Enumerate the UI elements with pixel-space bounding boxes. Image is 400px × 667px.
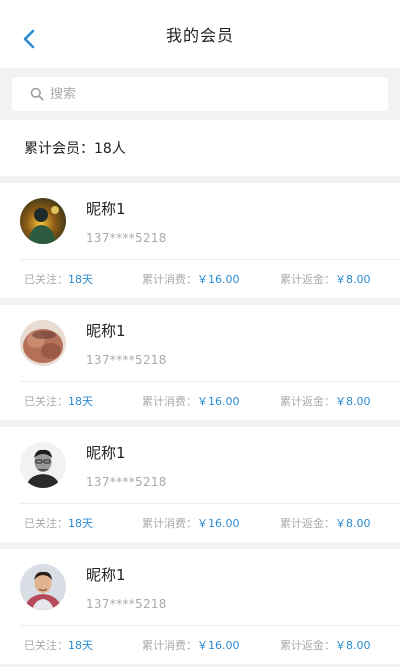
member-info: 昵称1 137****5218 (86, 198, 167, 245)
member-phone: 137****5218 (86, 230, 167, 245)
member-info: 昵称1 137****5218 (86, 564, 167, 611)
navigation-bar: 我的会员 (0, 0, 400, 68)
member-card[interactable]: 昵称1 137****5218 已关注：18天 累计消费：￥16.00 累计返金… (0, 549, 400, 664)
spend-label: 累计消费： (142, 273, 197, 286)
spend-label: 累计消费： (142, 517, 197, 530)
spend-value: ￥16.00 (197, 273, 240, 286)
member-stats: 已关注：18天 累计消费：￥16.00 累计返金：￥8.00 (0, 626, 400, 664)
member-phone: 137****5218 (86, 352, 167, 367)
rebate-value: ￥8.00 (335, 517, 371, 530)
chevron-left-icon (23, 29, 35, 49)
avatar (20, 442, 66, 488)
back-button[interactable] (14, 24, 44, 54)
rebate-label: 累计返金： (280, 273, 335, 286)
page-title: 我的会员 (165, 26, 234, 45)
member-header: 昵称1 137****5218 (0, 427, 400, 503)
follow-value: 18天 (68, 273, 93, 286)
spend-value: ￥16.00 (197, 517, 240, 530)
spend-stat: 累计消费：￥16.00 (142, 393, 280, 409)
member-nickname: 昵称1 (86, 199, 126, 218)
follow-stat: 已关注：18天 (24, 637, 142, 653)
avatar (20, 320, 66, 366)
member-phone: 137****5218 (86, 596, 167, 611)
search-bar (0, 68, 400, 120)
member-info: 昵称1 137****5218 (86, 320, 167, 367)
follow-label: 已关注： (24, 639, 68, 652)
rebate-label: 累计返金： (280, 395, 335, 408)
search-box[interactable] (12, 77, 388, 111)
avatar (20, 198, 66, 244)
member-nickname: 昵称1 (86, 565, 126, 584)
follow-value: 18天 (68, 517, 93, 530)
member-stats: 已关注：18天 累计消费：￥16.00 累计返金：￥8.00 (0, 382, 400, 420)
rebate-value: ￥8.00 (335, 395, 371, 408)
rebate-stat: 累计返金：￥8.00 (280, 637, 371, 653)
member-card[interactable]: 昵称1 137****5218 已关注：18天 累计消费：￥16.00 累计返金… (0, 183, 400, 298)
member-header: 昵称1 137****5218 (0, 549, 400, 625)
avatar (20, 564, 66, 610)
search-input[interactable] (50, 86, 350, 102)
spend-stat: 累计消费：￥16.00 (142, 637, 280, 653)
spend-stat: 累计消费：￥16.00 (142, 271, 280, 287)
rebate-value: ￥8.00 (335, 639, 371, 652)
member-nickname: 昵称1 (86, 443, 126, 462)
member-header: 昵称1 137****5218 (0, 183, 400, 259)
rebate-stat: 累计返金：￥8.00 (280, 271, 371, 287)
follow-label: 已关注： (24, 395, 68, 408)
follow-stat: 已关注：18天 (24, 393, 142, 409)
member-phone: 137****5218 (86, 474, 167, 489)
follow-stat: 已关注：18天 (24, 271, 142, 287)
spend-label: 累计消费： (142, 395, 197, 408)
follow-label: 已关注： (24, 517, 68, 530)
member-card[interactable]: 昵称1 137****5218 已关注：18天 累计消费：￥16.00 累计返金… (0, 427, 400, 542)
search-icon (30, 87, 44, 101)
rebate-label: 累计返金： (280, 639, 335, 652)
rebate-label: 累计返金： (280, 517, 335, 530)
member-nickname: 昵称1 (86, 321, 126, 340)
spend-stat: 累计消费：￥16.00 (142, 515, 280, 531)
member-header: 昵称1 137****5218 (0, 305, 400, 381)
member-info: 昵称1 137****5218 (86, 442, 167, 489)
member-list: 昵称1 137****5218 已关注：18天 累计消费：￥16.00 累计返金… (0, 183, 400, 664)
rebate-stat: 累计返金：￥8.00 (280, 393, 371, 409)
spend-value: ￥16.00 (197, 395, 240, 408)
spend-label: 累计消费： (142, 639, 197, 652)
member-count-summary: 累计会员：18人 (0, 120, 400, 176)
follow-value: 18天 (68, 639, 93, 652)
member-card[interactable]: 昵称1 137****5218 已关注：18天 累计消费：￥16.00 累计返金… (0, 305, 400, 420)
rebate-stat: 累计返金：￥8.00 (280, 515, 371, 531)
follow-label: 已关注： (24, 273, 68, 286)
member-count-text: 累计会员：18人 (24, 141, 126, 157)
rebate-value: ￥8.00 (335, 273, 371, 286)
member-stats: 已关注：18天 累计消费：￥16.00 累计返金：￥8.00 (0, 504, 400, 542)
member-stats: 已关注：18天 累计消费：￥16.00 累计返金：￥8.00 (0, 260, 400, 298)
spend-value: ￥16.00 (197, 639, 240, 652)
follow-value: 18天 (68, 395, 93, 408)
follow-stat: 已关注：18天 (24, 515, 142, 531)
